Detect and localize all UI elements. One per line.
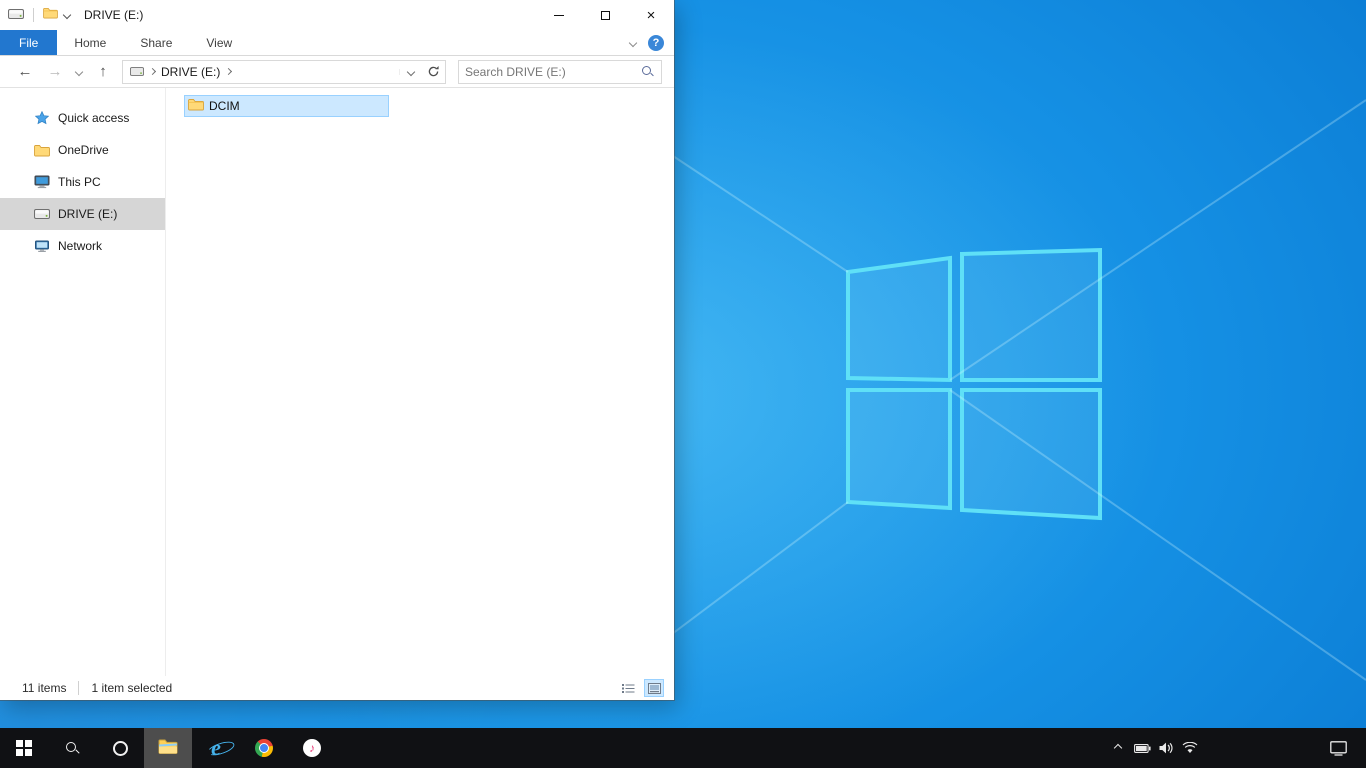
up-button[interactable]: ↑ (92, 64, 114, 79)
refresh-button[interactable] (421, 65, 445, 78)
window-title: DRIVE (E:) (84, 8, 144, 22)
title-bar: DRIVE (E:) × (0, 0, 674, 30)
maximize-button[interactable] (582, 0, 628, 30)
items-count: 11 items (22, 681, 67, 695)
action-center-icon (1329, 740, 1347, 756)
star-icon (33, 111, 50, 125)
internet-explorer-button[interactable]: e (192, 728, 240, 768)
tab-home[interactable]: Home (57, 30, 123, 55)
tab-file[interactable]: File (0, 30, 58, 55)
windows-logo-icon (16, 740, 32, 756)
tab-share[interactable]: Share (123, 30, 189, 55)
window-controls: × (536, 0, 674, 30)
sidebar-item-onedrive[interactable]: OneDrive (0, 134, 165, 166)
close-button[interactable]: × (628, 0, 674, 30)
back-button[interactable]: ← (14, 64, 36, 79)
search-input[interactable] (459, 64, 642, 79)
refresh-icon (428, 66, 439, 77)
chrome-icon (255, 739, 273, 757)
quick-access-toolbar (0, 6, 72, 24)
breadcrumb-chevron-icon[interactable] (148, 67, 157, 76)
minimize-icon (554, 14, 564, 16)
battery-button[interactable] (1130, 728, 1154, 768)
action-center-button[interactable] (1318, 740, 1358, 756)
cortana-button[interactable] (96, 728, 144, 768)
details-view-button[interactable] (618, 679, 638, 697)
start-button[interactable] (0, 728, 48, 768)
file-item-label: DCIM (209, 99, 240, 113)
toolbar-divider (33, 8, 34, 22)
chevron-down-icon (406, 67, 415, 76)
expand-ribbon-chevron-icon[interactable] (628, 38, 638, 47)
minimize-button[interactable] (536, 0, 582, 30)
show-hidden-icons-button[interactable] (1106, 728, 1130, 768)
file-explorer-window: DRIVE (E:) × File Home Share View ? ← → … (0, 0, 674, 700)
folder-icon (33, 144, 50, 157)
status-divider (78, 681, 80, 695)
maximize-icon (600, 10, 610, 20)
search-icon (65, 741, 79, 755)
system-tray (1106, 728, 1366, 768)
tab-view[interactable]: View (189, 30, 249, 55)
sidebar-item-quick-access[interactable]: Quick access (0, 102, 165, 134)
sidebar-item-label: OneDrive (58, 143, 109, 157)
breadcrumb-drive[interactable]: DRIVE (E:) (161, 65, 220, 79)
wifi-icon (1182, 742, 1198, 753)
windows-logo-wallpaper (674, 99, 1366, 681)
navigation-pane: Quick access OneDrive This PC DRIVE (E:) (0, 88, 165, 676)
selection-count: 1 item selected (91, 681, 173, 695)
itunes-icon: ♪ (303, 739, 321, 757)
recent-locations-chevron-icon[interactable] (74, 67, 84, 76)
details-view-icon (621, 683, 634, 693)
chevron-down-icon[interactable] (62, 10, 72, 20)
battery-icon (1133, 743, 1151, 753)
navigation-bar: ← → ↑ DRIVE (E:) (0, 56, 674, 88)
computer-icon (33, 175, 50, 189)
file-item-dcim[interactable]: DCIM (184, 95, 389, 117)
network-button[interactable] (1178, 728, 1202, 768)
volume-icon (1159, 742, 1172, 754)
search-box (458, 59, 662, 84)
taskbar-file-explorer-button[interactable] (144, 728, 192, 768)
help-button[interactable]: ? (648, 34, 664, 51)
chevron-up-icon (1113, 743, 1123, 753)
close-icon: × (646, 6, 656, 24)
volume-button[interactable] (1154, 728, 1178, 768)
sidebar-item-label: This PC (58, 175, 101, 189)
taskbar-search-button[interactable] (48, 728, 96, 768)
breadcrumb-chevron-icon[interactable] (225, 67, 233, 76)
status-bar: 11 items 1 item selected (0, 676, 674, 700)
address-dropdown-button[interactable] (399, 67, 421, 76)
sidebar-item-this-pc[interactable]: This PC (0, 166, 165, 198)
sidebar-item-label: Quick access (58, 111, 130, 125)
chrome-button[interactable] (240, 728, 288, 768)
sidebar-item-label: Network (58, 239, 103, 253)
sidebar-item-drive-e[interactable]: DRIVE (E:) (0, 198, 165, 230)
drive-icon (130, 63, 144, 81)
taskbar: e ♪ (0, 728, 1366, 768)
ie-icon: e (211, 735, 221, 760)
ribbon-tab-bar: File Home Share View ? (0, 30, 674, 56)
itunes-button[interactable]: ♪ (288, 728, 336, 768)
address-bar[interactable]: DRIVE (E:) (122, 59, 446, 84)
cortana-icon (112, 740, 128, 756)
large-icons-view-button[interactable] (644, 679, 664, 697)
network-icon (33, 240, 50, 253)
file-explorer-icon (158, 738, 178, 759)
forward-button[interactable]: → (44, 64, 66, 79)
large-icons-view-icon (647, 682, 661, 694)
search-icon[interactable] (642, 66, 653, 77)
file-list[interactable]: DCIM (165, 88, 674, 676)
drive-icon (8, 6, 24, 24)
sidebar-item-network[interactable]: Network (0, 230, 165, 262)
drive-icon (33, 209, 50, 219)
folder-icon[interactable] (43, 6, 58, 24)
folder-icon (188, 98, 204, 114)
sidebar-item-label: DRIVE (E:) (58, 207, 118, 221)
